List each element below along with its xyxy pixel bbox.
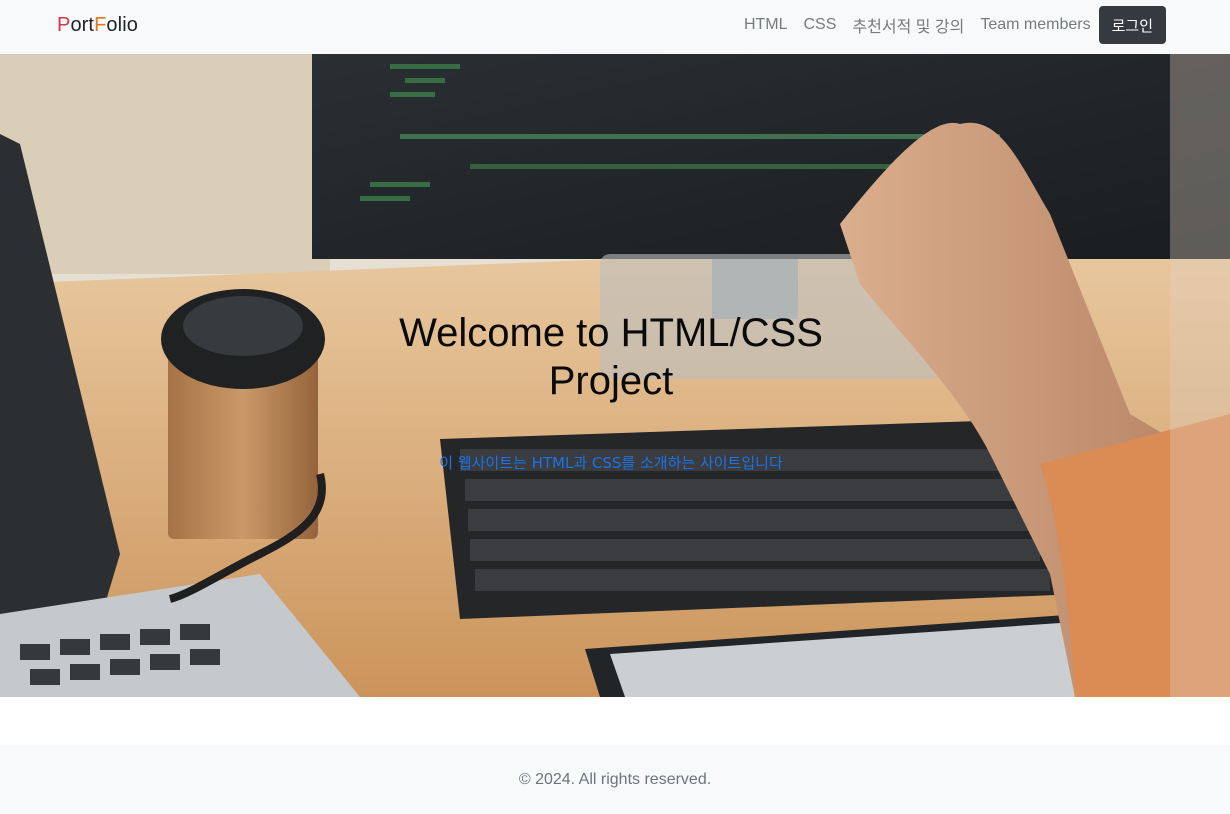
- footer: © 2024. All rights reserved.: [0, 745, 1230, 814]
- brand-text-olio: olio: [106, 14, 138, 36]
- hero-subtitle: 이 웹사이트는 HTML과 CSS를 소개하는 사이트입니다: [439, 454, 783, 472]
- nav-link-html[interactable]: HTML: [744, 16, 788, 34]
- navbar: PortFolio HTML CSS 추천서적 및 강의 Team member…: [0, 0, 1230, 54]
- nav-link-team-members[interactable]: Team members: [980, 16, 1090, 34]
- hero-banner: Welcome to HTML/CSS Project 이 웹사이트는 HTML…: [0, 54, 1230, 697]
- brand-letter-f: F: [94, 14, 107, 36]
- nav-link-css[interactable]: CSS: [804, 16, 837, 34]
- brand-text-ort: ort: [70, 14, 95, 36]
- login-button[interactable]: 로그인: [1098, 6, 1166, 44]
- hero-title: Welcome to HTML/CSS Project: [399, 311, 823, 403]
- brand-letter-p: P: [57, 14, 71, 36]
- nav-menu: HTML CSS 추천서적 및 강의 Team members 로그인: [744, 6, 1166, 44]
- nav-link-books-lectures[interactable]: 추천서적 및 강의: [852, 13, 964, 37]
- brand-logo[interactable]: PortFolio: [57, 14, 138, 37]
- footer-copyright: © 2024. All rights reserved.: [518, 771, 712, 788]
